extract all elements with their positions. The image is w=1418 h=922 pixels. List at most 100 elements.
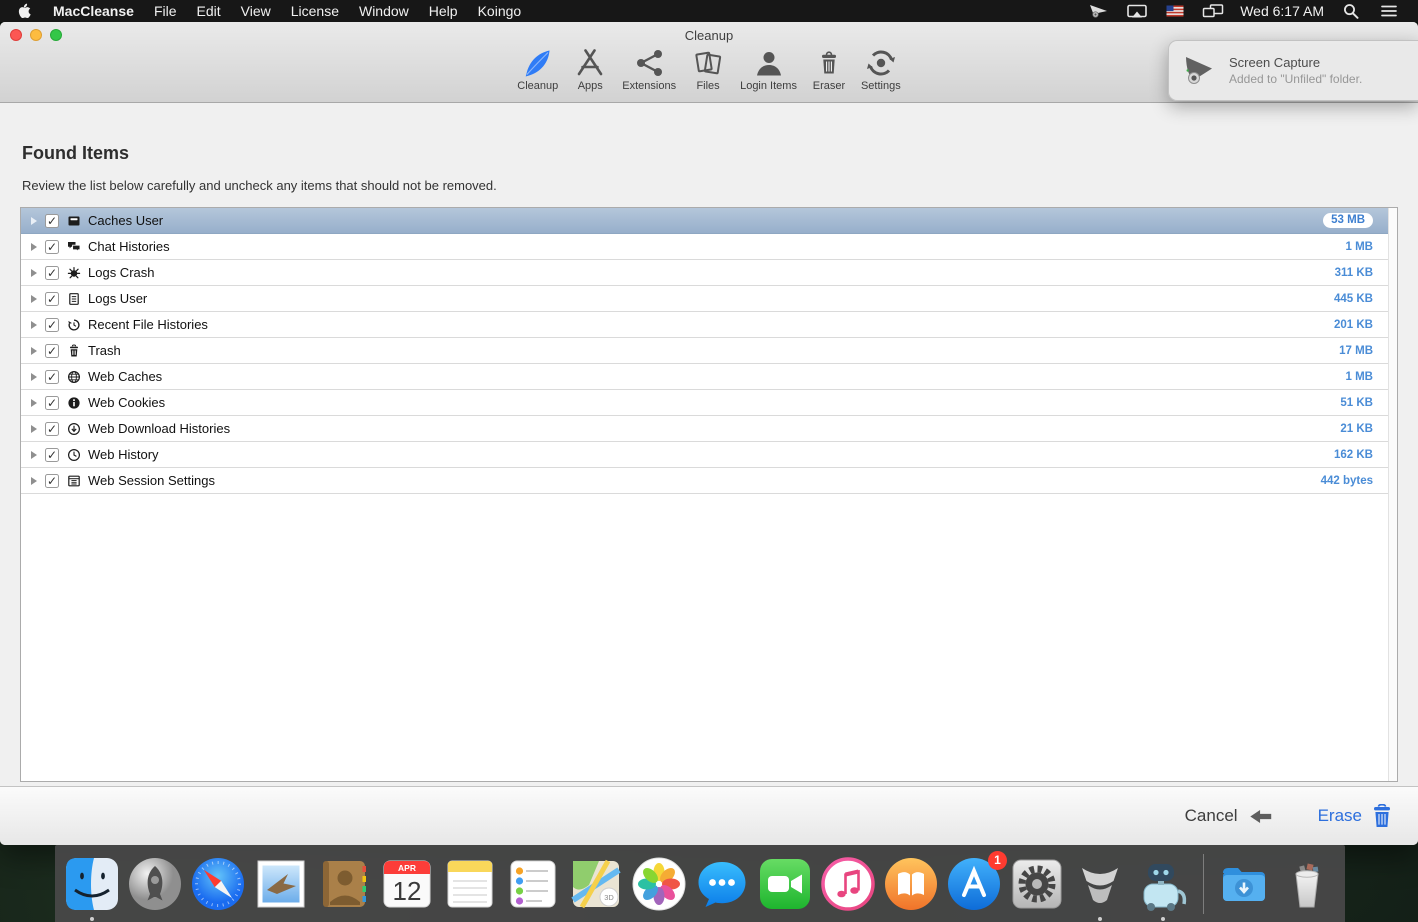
notification-banner[interactable]: Screen Capture Added to "Unfiled" folder… bbox=[1168, 40, 1418, 101]
row-label: Web Caches bbox=[88, 369, 1346, 384]
disclosure-triangle-icon[interactable] bbox=[31, 477, 37, 485]
minimize-button[interactable] bbox=[30, 29, 42, 41]
toolbar-eraser[interactable]: Eraser bbox=[812, 48, 846, 92]
row-logs-user[interactable]: ✓ Logs User 445 KB bbox=[21, 286, 1397, 312]
dock-notes[interactable] bbox=[441, 855, 499, 913]
row-checkbox[interactable]: ✓ bbox=[45, 474, 59, 488]
app-menu-title[interactable]: MacCleanse bbox=[43, 3, 144, 19]
toolbar-cleanup[interactable]: Cleanup bbox=[517, 48, 558, 92]
disclosure-triangle-icon[interactable] bbox=[31, 243, 37, 251]
row-label: Recent File Histories bbox=[88, 317, 1334, 332]
row-label: Caches User bbox=[88, 213, 1323, 228]
row-checkbox[interactable]: ✓ bbox=[45, 318, 59, 332]
dock-divider[interactable] bbox=[1203, 854, 1204, 914]
row-label: Logs User bbox=[88, 291, 1334, 306]
dock-maccleanse-robot[interactable] bbox=[1134, 855, 1192, 913]
dock-ibooks[interactable] bbox=[882, 855, 940, 913]
footer-bar: Cancel Erase bbox=[0, 786, 1418, 845]
display-mirroring-icon[interactable] bbox=[1118, 0, 1156, 22]
toolbar-apps[interactable]: Apps bbox=[573, 48, 607, 92]
menu-view[interactable]: View bbox=[231, 0, 281, 22]
menu-window[interactable]: Window bbox=[349, 0, 419, 22]
menu-koingo[interactable]: Koingo bbox=[468, 0, 532, 22]
disclosure-triangle-icon[interactable] bbox=[31, 373, 37, 381]
input-source-us-flag-icon[interactable] bbox=[1156, 0, 1194, 22]
row-recent-file-histories[interactable]: ✓ Recent File Histories 201 KB bbox=[21, 312, 1397, 338]
toolbar-settings[interactable]: Settings bbox=[861, 48, 901, 92]
row-checkbox[interactable]: ✓ bbox=[45, 292, 59, 306]
page-title: Found Items bbox=[22, 143, 129, 164]
disclosure-triangle-icon[interactable] bbox=[31, 399, 37, 407]
dock-calendar[interactable] bbox=[378, 855, 436, 913]
disclosure-triangle-icon[interactable] bbox=[31, 451, 37, 459]
dock-facetime[interactable] bbox=[756, 855, 814, 913]
dock-launchpad[interactable] bbox=[126, 855, 184, 913]
toolbar-login-items[interactable]: Login Items bbox=[740, 48, 797, 92]
menu-license[interactable]: License bbox=[281, 0, 349, 22]
dock-mail[interactable] bbox=[252, 855, 310, 913]
spotlight-icon[interactable] bbox=[1332, 0, 1370, 22]
row-checkbox[interactable]: ✓ bbox=[45, 266, 59, 280]
toolbar-files[interactable]: Files bbox=[691, 48, 725, 92]
row-trash[interactable]: ✓ Trash 17 MB bbox=[21, 338, 1397, 364]
erase-button[interactable]: Erase bbox=[1318, 804, 1392, 828]
row-size: 162 KB bbox=[1334, 449, 1373, 461]
menu-file[interactable]: File bbox=[144, 0, 187, 22]
row-web-caches[interactable]: ✓ Web Caches 1 MB bbox=[21, 364, 1397, 390]
disclosure-triangle-icon[interactable] bbox=[31, 321, 37, 329]
screen-capture-menu-icon[interactable] bbox=[1080, 0, 1118, 22]
row-caches-user[interactable]: ✓ Caches User 53 MB bbox=[21, 208, 1397, 234]
row-checkbox[interactable]: ✓ bbox=[45, 214, 59, 228]
dock-contacts[interactable] bbox=[315, 855, 373, 913]
menu-edit[interactable]: Edit bbox=[187, 0, 231, 22]
row-label: Logs Crash bbox=[88, 265, 1335, 280]
zoom-button[interactable] bbox=[50, 29, 62, 41]
disclosure-triangle-icon[interactable] bbox=[31, 217, 37, 225]
displays-menu-icon[interactable] bbox=[1194, 0, 1232, 22]
apple-menu[interactable] bbox=[0, 0, 43, 22]
dock-system-preferences[interactable] bbox=[1008, 855, 1066, 913]
notification-title: Screen Capture bbox=[1229, 55, 1362, 70]
dock-appstore[interactable]: 1 bbox=[945, 855, 1003, 913]
dock-gray-utility[interactable] bbox=[1071, 855, 1129, 913]
row-logs-crash[interactable]: ✓ Logs Crash 311 KB bbox=[21, 260, 1397, 286]
disclosure-triangle-icon[interactable] bbox=[31, 295, 37, 303]
dock-downloads[interactable] bbox=[1215, 855, 1273, 913]
dock-itunes[interactable] bbox=[819, 855, 877, 913]
close-button[interactable] bbox=[10, 29, 22, 41]
row-checkbox[interactable]: ✓ bbox=[45, 448, 59, 462]
dock: 1 bbox=[55, 845, 1345, 922]
row-checkbox[interactable]: ✓ bbox=[45, 396, 59, 410]
app-store-badge: 1 bbox=[988, 851, 1007, 870]
row-web-cookies[interactable]: ✓ Web Cookies 51 KB bbox=[21, 390, 1397, 416]
row-size: 442 bytes bbox=[1321, 475, 1373, 487]
row-checkbox[interactable]: ✓ bbox=[45, 422, 59, 436]
disclosure-triangle-icon[interactable] bbox=[31, 347, 37, 355]
toolbar-extensions[interactable]: Extensions bbox=[622, 48, 676, 92]
dock-trash[interactable] bbox=[1278, 855, 1336, 913]
cancel-button[interactable]: Cancel bbox=[1185, 806, 1274, 826]
dock-photos[interactable] bbox=[630, 855, 688, 913]
row-web-download-histories[interactable]: ✓ Web Download Histories 21 KB bbox=[21, 416, 1397, 442]
row-checkbox[interactable]: ✓ bbox=[45, 240, 59, 254]
row-checkbox[interactable]: ✓ bbox=[45, 370, 59, 384]
menu-clock[interactable]: Wed 6:17 AM bbox=[1232, 0, 1332, 22]
dock-messages[interactable] bbox=[693, 855, 751, 913]
dock-finder[interactable] bbox=[63, 855, 121, 913]
row-checkbox[interactable]: ✓ bbox=[45, 344, 59, 358]
disclosure-triangle-icon[interactable] bbox=[31, 425, 37, 433]
row-size: 17 MB bbox=[1339, 345, 1373, 357]
row-web-history[interactable]: ✓ Web History 162 KB bbox=[21, 442, 1397, 468]
row-chat-histories[interactable]: ✓ Chat Histories 1 MB bbox=[21, 234, 1397, 260]
dock-maps[interactable] bbox=[567, 855, 625, 913]
dock-safari[interactable] bbox=[189, 855, 247, 913]
notification-center-icon[interactable] bbox=[1370, 0, 1408, 22]
disclosure-triangle-icon[interactable] bbox=[31, 269, 37, 277]
row-web-session-settings[interactable]: ✓ Web Session Settings 442 bytes bbox=[21, 468, 1397, 494]
page-subtitle: Review the list below carefully and unch… bbox=[22, 178, 497, 193]
dock-reminders[interactable] bbox=[504, 855, 562, 913]
back-arrow-icon bbox=[1248, 807, 1274, 826]
menu-help[interactable]: Help bbox=[419, 0, 468, 22]
scrollbar-track[interactable] bbox=[1388, 208, 1397, 781]
row-label: Web Download Histories bbox=[88, 421, 1340, 436]
